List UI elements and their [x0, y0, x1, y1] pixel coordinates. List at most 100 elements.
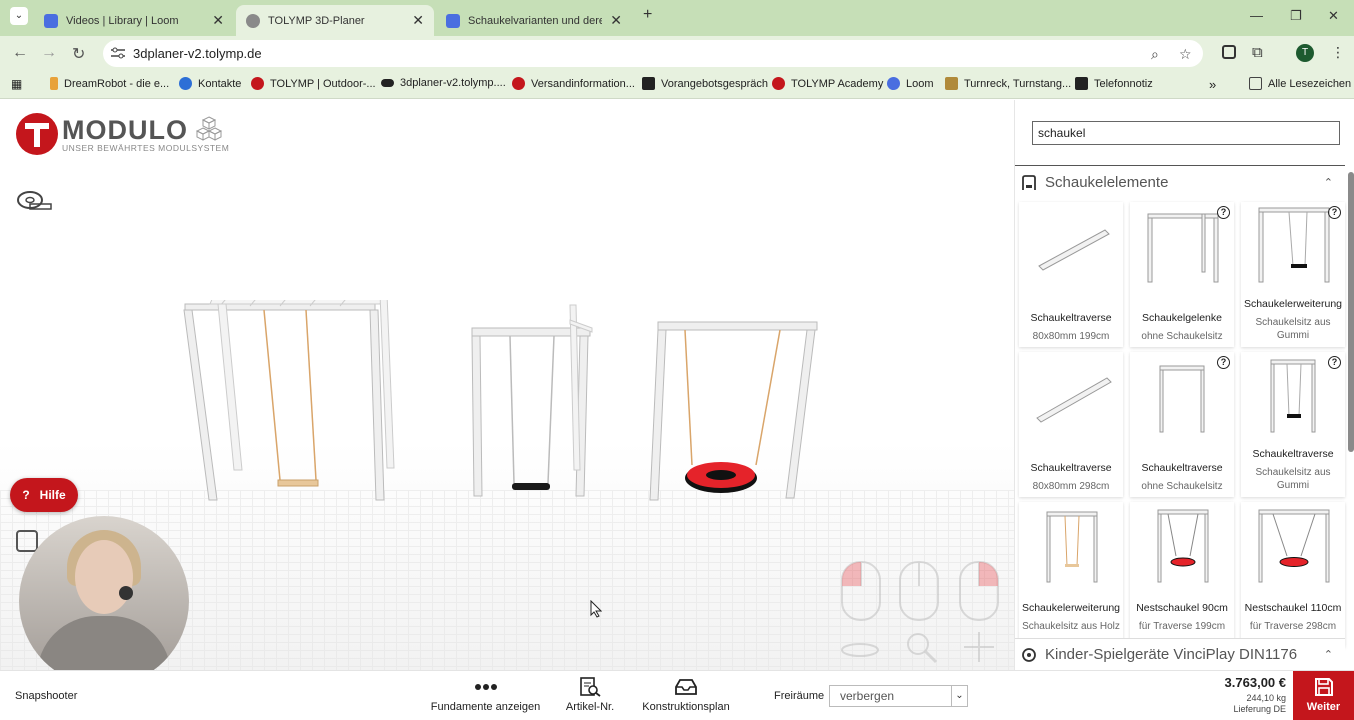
webcam-face: [75, 540, 133, 614]
catalog-search-input[interactable]: [1032, 121, 1340, 145]
swing-set-wood-seat[interactable]: [183, 300, 395, 501]
product-card[interactable]: Schaukeltraverse 80x80mm 199cm: [1019, 202, 1123, 347]
product-card[interactable]: Schaukelerweiterung Schaukelsitz aus Hol…: [1019, 502, 1123, 647]
bookmark-kontakte[interactable]: Kontakte: [179, 77, 241, 90]
bookmark-label: Kontakte: [198, 77, 242, 90]
tab-loom[interactable]: Videos | Library | Loom ✕: [34, 5, 234, 36]
tab-close-icon[interactable]: ✕: [212, 12, 224, 29]
help-circle-icon[interactable]: ?: [1328, 356, 1341, 369]
new-tab-icon[interactable]: +: [643, 6, 652, 24]
bookmark-star-icon[interactable]: ☆: [1179, 46, 1192, 63]
product-thumbnail: [1258, 207, 1330, 283]
help-button-label: Hilfe: [39, 488, 66, 502]
bookmark-label: Vorangebotsgespräch: [661, 77, 769, 90]
product-thumbnail: [1036, 377, 1112, 423]
window-close-icon[interactable]: ✕: [1328, 8, 1339, 24]
product-card[interactable]: Schaukeltraverse 80x80mm 298cm: [1019, 352, 1123, 497]
loom-favicon-icon: [44, 13, 58, 28]
catalog-panel: Schaukelelemente ⌃ Schaukeltraverse 80x8…: [1014, 100, 1354, 670]
extension-icon[interactable]: [1222, 45, 1236, 59]
bookmark-telefonnotiz[interactable]: Telefonnotiz: [1075, 77, 1153, 90]
product-name: Nestschaukel 90cm: [1136, 602, 1228, 614]
puzzle-icon[interactable]: ⧉: [1252, 44, 1263, 61]
panel-scrollbar[interactable]: [1348, 172, 1354, 452]
minimize-icon[interactable]: —: [1250, 8, 1263, 23]
bookmark-turnreck[interactable]: Turnreck, Turnstang...: [945, 77, 1071, 90]
bookmark-dreamrobot[interactable]: DreamRobot - die e...: [50, 77, 169, 90]
tolymp-icon: [251, 77, 264, 90]
focus-icon[interactable]: [16, 530, 38, 552]
product-thumbnail: [1147, 213, 1219, 283]
tab-close-icon[interactable]: ✕: [610, 12, 622, 29]
tab-schaukelvarianten[interactable]: Schaukelvarianten und deren A ✕: [436, 5, 632, 36]
tab-3d-planer[interactable]: TOLYMP 3D-Planer ✕: [236, 5, 434, 36]
doc-icon: [1075, 77, 1088, 90]
weiter-button[interactable]: Weiter: [1293, 671, 1354, 720]
logo-subtitle: UNSER BEWÄHRTES MODULSYSTEM: [62, 143, 230, 153]
forward-arrow-icon[interactable]: →: [41, 44, 57, 62]
bookmark-tolymp-academy[interactable]: TOLYMP Academy: [772, 77, 883, 90]
reload-icon[interactable]: ↻: [72, 44, 85, 64]
category-vinciplay[interactable]: Kinder-Spielgeräte VinciPlay DIN1176 ⌃: [1015, 638, 1345, 670]
help-circle-icon[interactable]: ?: [1328, 206, 1341, 219]
product-name: Schaukeltraverse: [1252, 448, 1334, 460]
product-card[interactable]: ? Schaukelgelenke ohne Schaukelsitz: [1130, 202, 1234, 347]
restore-icon[interactable]: ❐: [1290, 8, 1302, 24]
bookmark-label: Alle Lesezeichen: [1268, 77, 1352, 90]
weiter-label: Weiter: [1306, 701, 1341, 713]
all-bookmarks[interactable]: Alle Lesezeichen: [1249, 77, 1351, 90]
fundamente-button[interactable]: Fundamente anzeigen: [428, 677, 543, 713]
measure-tape-icon[interactable]: [17, 190, 53, 212]
tab-close-icon[interactable]: ✕: [412, 12, 424, 29]
product-card[interactable]: ? Schaukeltraverse Schaukelsitz aus Gumm…: [1241, 352, 1345, 497]
more-bookmarks-icon[interactable]: »: [1209, 77, 1216, 92]
site-settings-icon[interactable]: [111, 47, 125, 59]
help-circle-icon[interactable]: ?: [1217, 356, 1230, 369]
help-circle-icon[interactable]: ?: [1217, 206, 1230, 219]
mouse-controls-hint: [841, 561, 999, 664]
tab-search-icon[interactable]: ⌄: [10, 7, 28, 25]
browser-tabstrip: ⌄ Videos | Library | Loom ✕ TOLYMP 3D-Pl…: [0, 0, 1354, 36]
url-bar[interactable]: 3dplaner-v2.tolymp.de ⌕ ☆: [103, 40, 1203, 67]
bottom-toolbar: Snapshooter Fundamente anzeigen Artikel-…: [0, 670, 1354, 720]
chevron-up-icon[interactable]: ⌃: [1324, 176, 1333, 189]
inbox-icon: [675, 679, 697, 695]
product-sub: Schaukelsitz aus Gummi: [1255, 467, 1331, 491]
category-schaukelelemente[interactable]: Schaukelelemente ⌃: [1015, 165, 1345, 199]
swing-set-rubber-seat[interactable]: [471, 304, 593, 497]
bookmark-versandinformation[interactable]: Versandinformation...: [512, 77, 635, 90]
product-card[interactable]: ? Schaukelerweiterung Schaukelsitz aus G…: [1241, 202, 1345, 347]
bookmark-3dplaner[interactable]: 3dplaner-v2.tolymp....: [381, 77, 506, 89]
swing-scene[interactable]: [180, 300, 830, 510]
bookmark-label: TOLYMP Academy: [791, 77, 884, 90]
3d-viewport[interactable]: MODULO UNSER BEWÄHRTES MODULSYSTEM ? Hil…: [0, 100, 1014, 670]
folder-icon: [1249, 77, 1262, 90]
help-button[interactable]: ? Hilfe: [10, 478, 78, 512]
profile-avatar[interactable]: T: [1296, 44, 1314, 62]
back-arrow-icon[interactable]: ←: [12, 44, 28, 62]
konstruktionsplan-button[interactable]: Konstruktionsplan: [640, 677, 732, 713]
artikel-button[interactable]: Artikel-Nr.: [562, 677, 618, 713]
swing-set-nest-swing[interactable]: [649, 321, 818, 501]
mouse-cursor-icon: [590, 600, 602, 618]
product-card[interactable]: Nestschaukel 90cm für Traverse 199cm: [1130, 502, 1234, 647]
snapshooter-button[interactable]: Snapshooter: [15, 690, 77, 702]
product-sub: 80x80mm 199cm: [1032, 331, 1110, 342]
apps-grid-icon[interactable]: ▦: [11, 77, 22, 91]
zoom-icon[interactable]: ⌕: [1151, 46, 1159, 63]
chevron-up-icon[interactable]: ⌃: [1324, 648, 1333, 661]
price-summary: 3.763,00 € 244,10 kg Lieferung DE: [1200, 675, 1286, 714]
save-icon: [1314, 678, 1333, 696]
freiraeume-select[interactable]: verbergen ⌄: [829, 685, 968, 707]
modulo-logo: MODULO UNSER BEWÄHRTES MODULSYSTEM: [16, 113, 246, 155]
product-card[interactable]: Nestschaukel 110cm für Traverse 298cm: [1241, 502, 1345, 647]
url-text: 3dplaner-v2.tolymp.de: [133, 46, 262, 61]
logo-title: MODULO: [62, 115, 188, 145]
cubes-icon: [196, 116, 222, 141]
menu-dots-icon[interactable]: ⋮: [1331, 44, 1345, 61]
bookmark-tolymp-outdoor[interactable]: TOLYMP | Outdoor-...: [251, 77, 376, 90]
bookmark-vorangebotsgespraech[interactable]: Vorangebotsgespräch: [642, 77, 768, 90]
browser-toolbar: ← → ↻ 3dplaner-v2.tolymp.de ⌕ ☆ ⧉ T ⋮: [0, 36, 1354, 71]
product-card[interactable]: ? Schaukeltraverse ohne Schaukelsitz: [1130, 352, 1234, 497]
bookmark-loom[interactable]: Loom: [887, 77, 934, 90]
